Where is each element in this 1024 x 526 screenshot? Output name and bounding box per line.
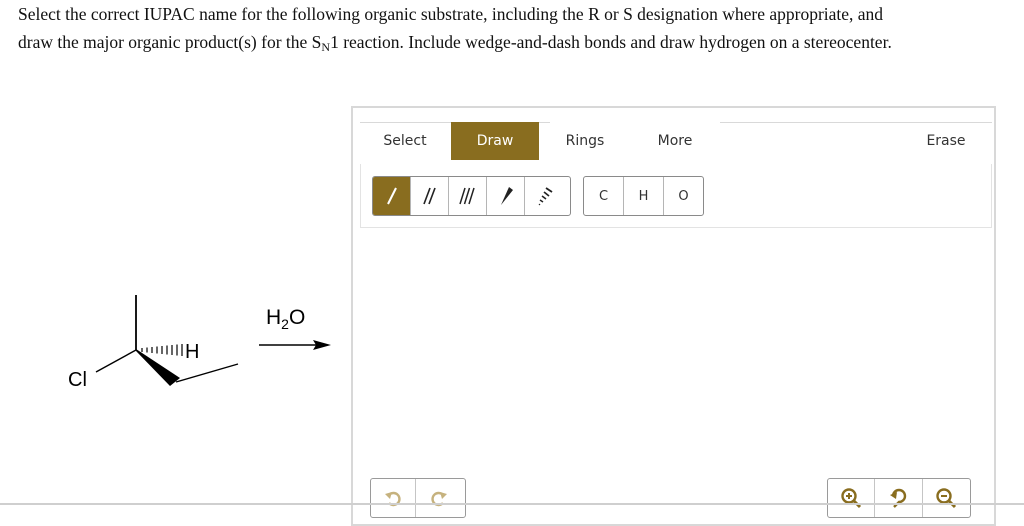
reagent-label: H2O <box>266 306 305 332</box>
redo-icon <box>430 491 447 507</box>
tab-erase[interactable]: Erase <box>900 122 992 160</box>
tab-select[interactable]: Select <box>360 122 450 160</box>
reagent-o: O <box>289 306 305 329</box>
reset-view-button[interactable] <box>875 479 923 517</box>
cl-bond <box>95 349 137 373</box>
atom-carbon-button[interactable]: C <box>584 177 624 215</box>
ethyl-bond <box>175 363 239 383</box>
undo-icon <box>385 491 401 507</box>
double-bond-button[interactable] <box>411 177 449 215</box>
hydrogen-label: H <box>185 341 199 363</box>
question-line-2-prefix: draw the major organic product(s) for th… <box>18 32 322 52</box>
question-line-2: draw the major organic product(s) for th… <box>18 28 1008 61</box>
zoom-out-button[interactable] <box>923 479 970 517</box>
editor-tabbar: Select Draw Rings More Erase <box>360 122 992 164</box>
tab-draw[interactable]: Draw <box>451 122 539 160</box>
reagent-h: H <box>266 306 281 329</box>
redo-button[interactable] <box>416 479 461 517</box>
page-bottom-divider <box>0 503 1024 505</box>
hash-bond <box>141 344 183 356</box>
zoom-in-button[interactable] <box>828 479 876 517</box>
drawing-editor: Select Draw Rings More Erase C H O <box>351 106 996 526</box>
chlorine-label: Cl <box>68 369 87 391</box>
view-controls <box>827 478 971 518</box>
atom-oxygen-button[interactable]: O <box>664 177 703 215</box>
tab-more[interactable]: More <box>630 122 720 160</box>
question-line-2-suffix: 1 reaction. Include wedge-and-dash bonds… <box>330 32 892 52</box>
dash-bond-button[interactable] <box>525 177 563 215</box>
question-line-1: Select the correct IUPAC name for the fo… <box>18 4 884 24</box>
zoom-in-icon <box>841 488 862 509</box>
single-bond-button[interactable] <box>373 177 411 215</box>
history-controls <box>370 478 466 518</box>
wedge-bond-icon <box>500 187 513 205</box>
question-subscript: N <box>321 40 331 54</box>
double-bond-icon <box>422 187 436 205</box>
atom-hydrogen-button[interactable]: H <box>624 177 664 215</box>
wedge-bond <box>136 349 180 386</box>
zoom-out-icon <box>936 488 957 509</box>
dash-bond-icon <box>538 187 553 206</box>
atom-tool-group: C H O <box>583 176 704 216</box>
wedge-bond-button[interactable] <box>487 177 525 215</box>
triple-bond-button[interactable] <box>449 177 487 215</box>
question-text: Select the correct IUPAC name for the fo… <box>18 0 1008 61</box>
undo-button[interactable] <box>371 479 416 517</box>
reagent-subscript: 2 <box>281 316 289 332</box>
tab-rings[interactable]: Rings <box>540 122 630 160</box>
reset-view-icon <box>889 488 906 508</box>
substrate-structure: H Cl H2O <box>68 295 331 391</box>
triple-bond-icon <box>458 187 475 205</box>
single-bond-icon <box>386 187 397 205</box>
bond-tool-group <box>372 176 571 216</box>
draw-toolbar: C H O <box>360 164 992 228</box>
